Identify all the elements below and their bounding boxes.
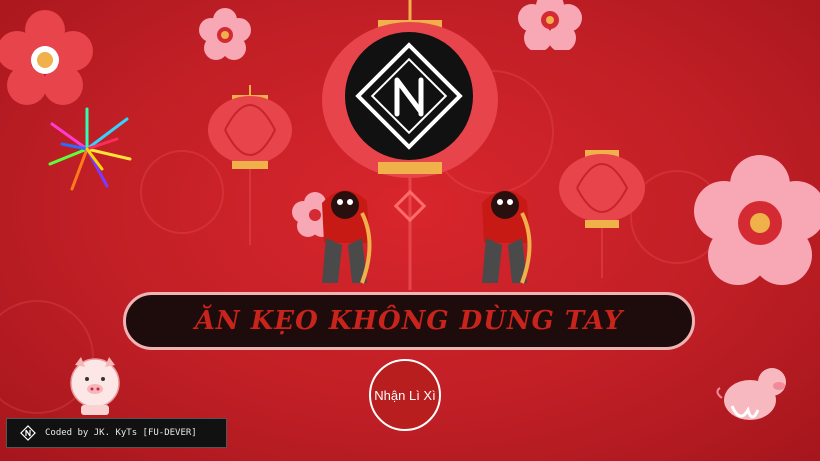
blossom-icon bbox=[199, 8, 251, 60]
logo-icon bbox=[20, 425, 36, 441]
pig-icon bbox=[70, 357, 120, 415]
blossom-icon bbox=[694, 155, 820, 285]
credit-text: Coded by JK. KyTs [FU-DEVER] bbox=[45, 428, 197, 438]
blossom-icon bbox=[518, 0, 582, 50]
lion-dancer-icon bbox=[322, 190, 372, 284]
nhan-li-xi-label: Nhận Lì Xì bbox=[374, 387, 436, 403]
logo-icon bbox=[345, 32, 473, 160]
lantern-icon bbox=[208, 85, 292, 245]
lantern-icon bbox=[559, 150, 645, 278]
nhan-li-xi-button[interactable]: Nhận Lì Xì bbox=[369, 359, 441, 431]
firework-icon bbox=[48, 107, 132, 191]
headline-bar: ĂN KẸO KHÔNG DÙNG TAY bbox=[123, 292, 695, 350]
lion-dancer-icon bbox=[482, 190, 532, 284]
pig-icon bbox=[716, 368, 786, 420]
credit-badge: Coded by JK. KyTs [FU-DEVER] bbox=[6, 418, 227, 448]
blossom-icon bbox=[0, 10, 93, 105]
headline-text: ĂN KẸO KHÔNG DÙNG TAY bbox=[194, 306, 624, 336]
